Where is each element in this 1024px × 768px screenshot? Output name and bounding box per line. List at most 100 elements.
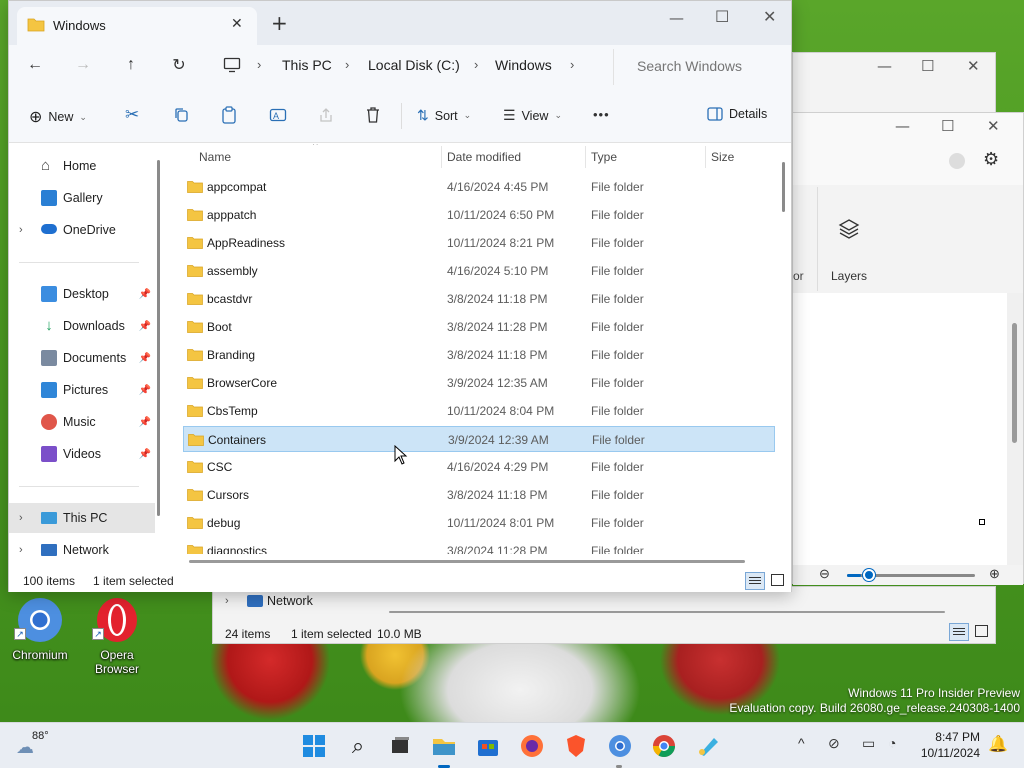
breadcrumb-separator[interactable]: ›	[257, 57, 261, 72]
breadcrumb-windows[interactable]: Windows	[495, 57, 552, 73]
column-divider[interactable]	[585, 146, 586, 168]
view-button[interactable]: ☰ View ⌄	[503, 107, 562, 124]
search-input[interactable]	[625, 51, 785, 81]
minimize-icon[interactable]: —	[877, 57, 892, 75]
horizontal-scrollbar[interactable]	[389, 611, 945, 613]
share-icon[interactable]	[317, 106, 335, 124]
table-row[interactable]: apppatch 10/11/2024 6:50 PM File folder	[183, 202, 775, 228]
settings-gear-icon[interactable]: ⚙	[983, 149, 999, 170]
column-divider[interactable]	[441, 146, 442, 168]
chevron-right-icon[interactable]: ›	[19, 512, 23, 524]
table-row[interactable]: Containers 3/9/2024 12:39 AM File folder	[183, 426, 775, 452]
firefox-icon[interactable]	[518, 732, 546, 760]
close-icon[interactable]: ✕	[967, 57, 980, 75]
nav-item-onedrive[interactable]: › OneDrive	[9, 215, 155, 245]
nav-pane-scrollbar[interactable]	[155, 144, 165, 572]
table-row[interactable]: Cursors 3/8/2024 11:18 PM File folder	[183, 482, 775, 508]
zoom-slider-thumb[interactable]	[863, 569, 875, 581]
avatar[interactable]	[949, 153, 965, 169]
chevron-right-icon[interactable]: ›	[19, 544, 23, 556]
table-row[interactable]: AppReadiness 10/11/2024 8:21 PM File folde…	[183, 230, 775, 256]
column-divider[interactable]	[705, 146, 706, 168]
copy-icon[interactable]	[173, 107, 189, 123]
vertical-scrollbar[interactable]	[1007, 293, 1023, 565]
nav-item-desktop[interactable]: Desktop 📌	[9, 279, 155, 309]
task-view-icon[interactable]	[386, 732, 414, 760]
close-icon[interactable]: ✕	[987, 117, 1000, 135]
nav-item-downloads[interactable]: ↓ Downloads 📌	[9, 311, 155, 341]
details-pane-button[interactable]: Details	[707, 107, 767, 121]
nav-item-gallery[interactable]: Gallery	[9, 183, 155, 213]
breadcrumb-local-disk[interactable]: Local Disk (C:)	[368, 57, 460, 73]
chrome-icon[interactable]	[650, 732, 678, 760]
nav-item-music[interactable]: Music 📌	[9, 407, 155, 437]
layers-icon[interactable]	[837, 217, 861, 241]
nav-item-network[interactable]: › Network	[9, 535, 155, 565]
table-row[interactable]: bcastdvr 3/8/2024 11:18 PM File folder	[183, 286, 775, 312]
paste-icon[interactable]	[221, 106, 237, 124]
network-status-icon[interactable]: ⊘	[828, 735, 840, 752]
table-row[interactable]: diagnostics 3/8/2024 11:28 PM File folder	[183, 538, 775, 554]
weather-widget[interactable]: ☁ 88°	[16, 729, 76, 763]
layers-label[interactable]: Layers	[831, 269, 867, 283]
table-row[interactable]: Boot 3/8/2024 11:28 PM File folder	[183, 314, 775, 340]
up-arrow-icon[interactable]: ↑	[115, 49, 147, 81]
tab-close-icon[interactable]: ✕	[231, 15, 243, 32]
nav-item-home[interactable]: ⌂ Home	[9, 151, 155, 181]
zoom-out-icon[interactable]: ⊖	[819, 566, 830, 582]
file-explorer-window[interactable]: Windows ✕ + — ☐ ✕ ← → ↑ ↻ › This PC › Lo…	[8, 0, 792, 592]
zoom-in-icon[interactable]: ⊕	[989, 566, 1000, 582]
column-header-date[interactable]: Date modified	[447, 150, 521, 164]
minimize-icon[interactable]: —	[895, 117, 910, 135]
refresh-icon[interactable]: ↻	[163, 49, 195, 81]
desktop-icon-opera[interactable]: ↗ Opera Browser	[84, 596, 150, 678]
pin-icon[interactable]: 📌	[139, 385, 151, 396]
pin-icon[interactable]: 📌	[139, 289, 151, 300]
store-icon[interactable]	[474, 732, 502, 760]
horizontal-scrollbar[interactable]	[189, 560, 745, 563]
tab-windows[interactable]: Windows ✕	[17, 7, 257, 45]
nav-network[interactable]: Network	[267, 594, 313, 608]
desktop-icon-chromium[interactable]: ↗ Chromium	[10, 596, 70, 672]
table-row[interactable]: BrowserCore 3/9/2024 12:35 AM File folder	[183, 370, 775, 396]
minimize-icon[interactable]: —	[669, 9, 684, 27]
clock[interactable]: 8:47 PM 10/11/2024	[904, 729, 980, 763]
pin-icon[interactable]: 📌	[139, 353, 151, 364]
file-explorer-taskbar-icon[interactable]	[430, 732, 458, 760]
breadcrumb-separator[interactable]: ›	[474, 57, 478, 72]
breadcrumb-separator[interactable]: ›	[345, 57, 349, 72]
nav-item-videos[interactable]: Videos 📌	[9, 439, 155, 469]
search-icon[interactable]: ⌕	[344, 732, 372, 760]
column-header-name[interactable]: Name	[199, 150, 231, 164]
new-button[interactable]: ⊕ New ⌄	[29, 107, 87, 127]
volume-icon[interactable]: ◔	[888, 735, 896, 751]
pin-icon[interactable]: 📌	[139, 417, 151, 428]
cut-icon[interactable]: ✂	[125, 105, 139, 125]
chevron-right-icon[interactable]: ›	[19, 224, 23, 236]
forward-arrow-icon[interactable]: →	[67, 49, 99, 81]
start-windows-icon[interactable]	[300, 732, 328, 760]
table-row[interactable]: CSC 4/16/2024 4:29 PM File folder	[183, 454, 775, 480]
this-pc-icon[interactable]	[223, 57, 241, 73]
breadcrumb-separator[interactable]: ›	[570, 57, 574, 72]
background-window-2[interactable]: — ☐ ✕ ⚙ or Layers ⊖ ⊕	[792, 112, 1024, 585]
notification-bell-icon[interactable]: 🔔	[988, 734, 1008, 754]
maximize-icon[interactable]: ☐	[715, 7, 729, 26]
pin-icon[interactable]: 📌	[139, 449, 151, 460]
details-view-icon[interactable]	[745, 572, 765, 590]
column-header-size[interactable]: Size	[711, 150, 734, 164]
nav-item-documents[interactable]: Documents 📌	[9, 343, 155, 373]
display-icon[interactable]: ▭	[862, 735, 875, 752]
brave-icon[interactable]	[562, 732, 590, 760]
canvas-area[interactable]	[793, 293, 1007, 565]
title-bar[interactable]: Windows ✕ + — ☐ ✕	[9, 1, 791, 45]
details-view-icon[interactable]	[949, 623, 969, 641]
pin-icon[interactable]: 📌	[139, 321, 151, 332]
paint-app-icon[interactable]	[694, 732, 722, 760]
breadcrumb-this-pc[interactable]: This PC	[282, 57, 332, 73]
resize-handle[interactable]	[979, 519, 985, 525]
table-row[interactable]: debug 10/11/2024 8:01 PM File folder	[183, 510, 775, 536]
nav-item-this-pc[interactable]: › This PC	[9, 503, 155, 533]
delete-icon[interactable]	[365, 106, 381, 124]
maximize-icon[interactable]: ☐	[941, 117, 954, 135]
